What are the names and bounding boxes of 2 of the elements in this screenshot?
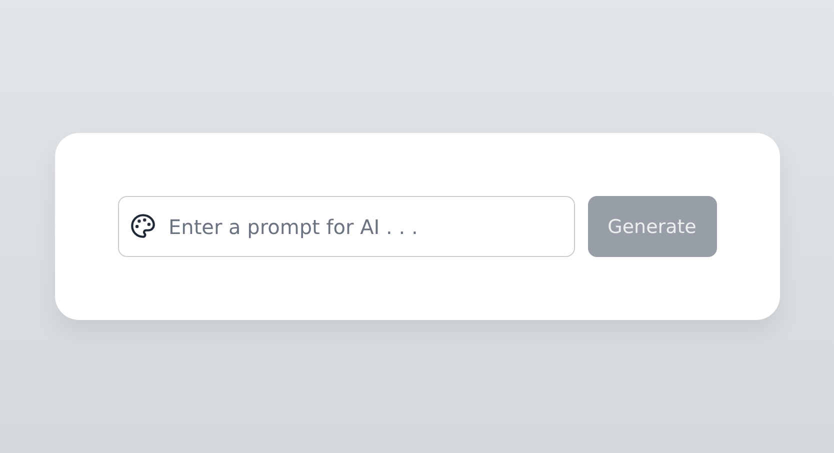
palette-icon: [130, 213, 156, 239]
prompt-field[interactable]: Enter a prompt for AI . . .: [118, 196, 574, 257]
